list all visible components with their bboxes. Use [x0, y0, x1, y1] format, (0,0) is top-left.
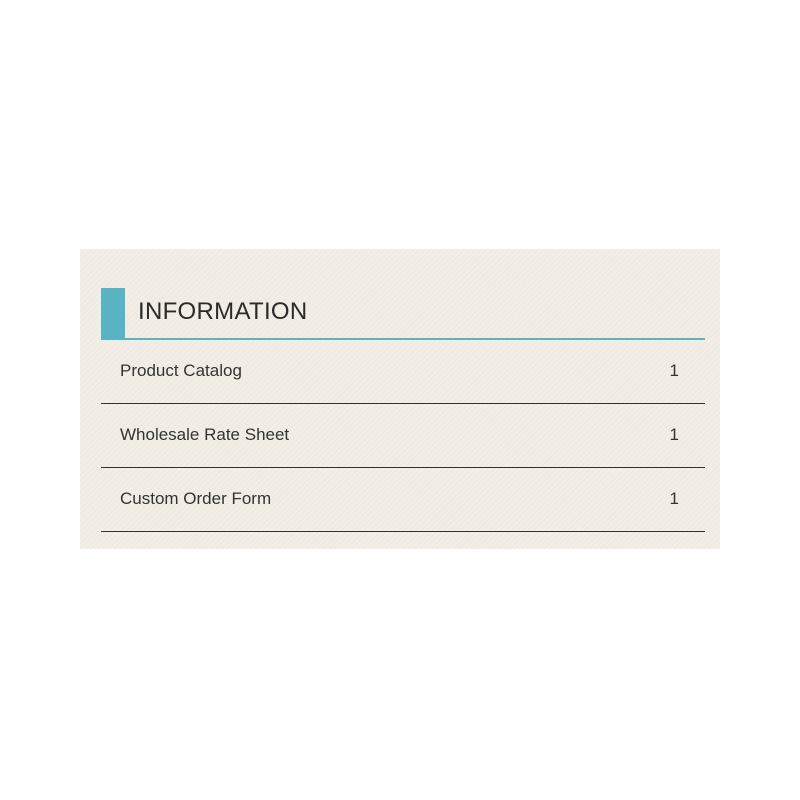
list-item-wholesale-rate-sheet[interactable]: Wholesale Rate Sheet 1: [101, 404, 705, 468]
item-count: 1: [669, 489, 679, 508]
item-label[interactable]: Product Catalog: [120, 360, 242, 382]
list-item-custom-order-form[interactable]: Custom Order Form 1: [101, 468, 705, 532]
item-count: 1: [669, 425, 679, 444]
heading-accent-bar: [101, 288, 125, 338]
item-label[interactable]: Wholesale Rate Sheet: [120, 424, 289, 446]
information-panel: INFORMATION Product Catalog 1 Wholesale …: [80, 249, 720, 549]
item-count: 1: [669, 361, 679, 380]
heading-title: INFORMATION: [138, 298, 308, 325]
information-list: Product Catalog 1 Wholesale Rate Sheet 1…: [101, 340, 705, 532]
information-heading: INFORMATION: [101, 288, 705, 340]
item-label[interactable]: Custom Order Form: [120, 488, 271, 510]
list-item-product-catalog[interactable]: Product Catalog 1: [101, 340, 705, 404]
